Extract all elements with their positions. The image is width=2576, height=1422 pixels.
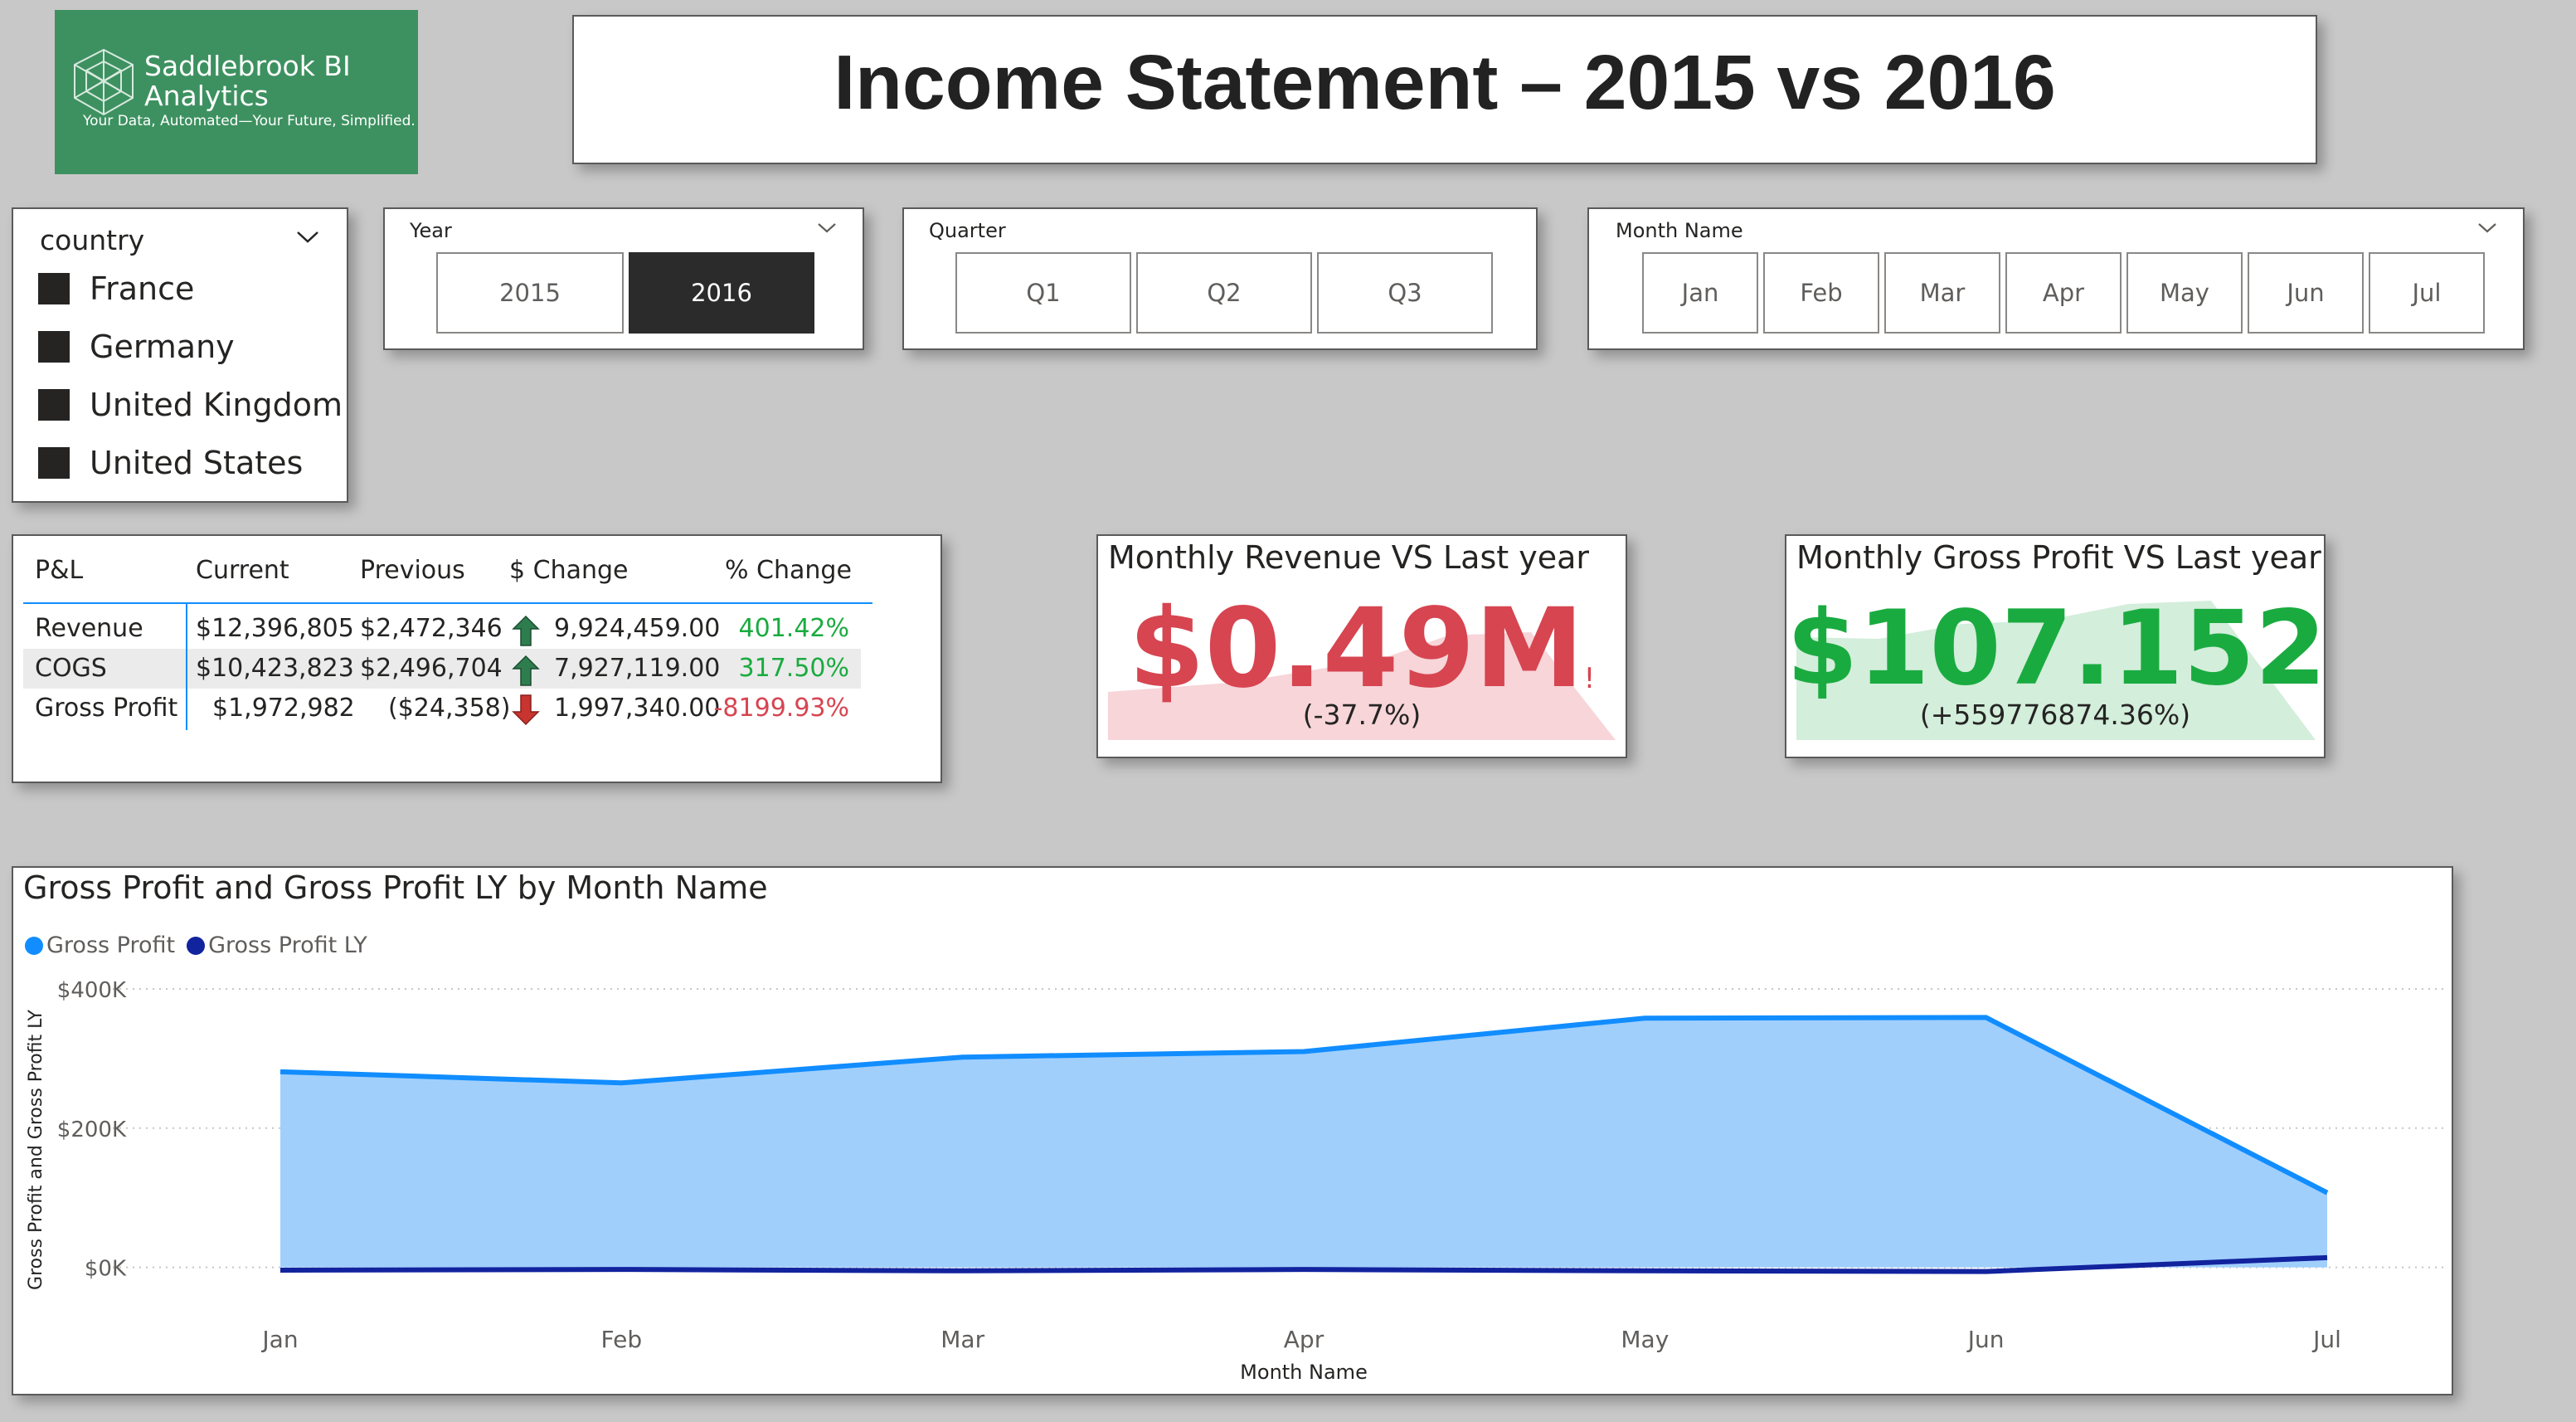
x-tick-label: Mar	[940, 1326, 984, 1353]
brand-name-line2: Analytics	[144, 80, 269, 112]
table-row: COGS $10,423,823 $2,496,704 7,927,119.00…	[23, 649, 861, 689]
quarter-slicer-title: Quarter	[929, 219, 1006, 242]
x-tick-label: Feb	[601, 1326, 643, 1353]
table-row: Gross Profit $1,972,982 ($24,358) 1,997,…	[13, 689, 940, 728]
kpi-value: $107.152K✓	[1786, 591, 2324, 707]
arrow-down-icon	[512, 694, 540, 726]
series-area-gross-profit	[280, 1017, 2327, 1268]
month-option-apr[interactable]: Apr	[2005, 252, 2122, 334]
chevron-down-icon[interactable]	[816, 221, 841, 237]
x-tick-label: Jul	[2311, 1326, 2341, 1353]
brand-tagline: Your Data, Automated—Your Future, Simpli…	[83, 113, 416, 129]
y-tick-label: $400K	[57, 978, 127, 1003]
year-slicer: Year 2015 2016	[383, 207, 864, 350]
pl-table: P&L Current Previous $ Change % Change R…	[12, 534, 942, 783]
gross-profit-chart: Gross Profit and Gross Profit LY by Mont…	[12, 866, 2453, 1395]
brand-name: Saddlebrook BI Analytics	[144, 51, 351, 111]
month-option-jun[interactable]: Jun	[2248, 252, 2364, 334]
header-divider	[23, 602, 872, 604]
pl-table-header: P&L Current Previous $ Change % Change	[13, 551, 940, 591]
logo-cube-icon	[74, 48, 134, 116]
year-slicer-title: Year	[410, 219, 452, 242]
chevron-down-icon[interactable]	[295, 229, 320, 246]
previous-value: $2,496,704	[360, 654, 503, 683]
column-header-current[interactable]: Current	[196, 551, 289, 591]
column-header-previous[interactable]: Previous	[360, 551, 465, 591]
dollar-change-value: 7,927,119.00	[554, 654, 721, 683]
month-option-may[interactable]: May	[2126, 252, 2243, 334]
kpi-change: (-37.7%)	[1302, 699, 1422, 731]
kpi-title: Monthly Revenue VS Last year	[1108, 539, 1590, 576]
chart-plot-area: $0K $200K $400K Jan Feb Mar Apr May Jun Jul Month …	[26, 978, 2443, 1384]
quarter-slicer: Quarter Q1 Q2 Q3	[902, 207, 1538, 350]
checkbox[interactable]	[38, 389, 70, 421]
pct-change-value: -8199.93%	[713, 694, 849, 723]
country-option-label: United Kingdom	[90, 387, 343, 423]
current-value: $1,972,982	[212, 694, 355, 723]
x-tick-label: Jan	[260, 1326, 298, 1353]
year-option-2016[interactable]: 2016	[629, 252, 814, 334]
page-title: Income Statement – 2015 vs 2016	[834, 39, 2056, 125]
y-axis-title: Gross Profit and Gross Profit LY	[26, 1009, 46, 1289]
quarter-option-q2[interactable]: Q2	[1136, 252, 1312, 334]
kpi-monthly-gross-profit: Monthly Gross Profit VS Last year $107.1…	[1785, 534, 2326, 758]
pct-change-value: 401.42%	[738, 614, 849, 643]
x-axis-title: Month Name	[1240, 1361, 1368, 1384]
arrow-up-icon	[512, 655, 540, 686]
month-option-jul[interactable]: Jul	[2369, 252, 2485, 334]
kpi-change: (+559776874.36%)	[1919, 699, 2191, 731]
table-row: Revenue $12,396,805 $2,472,346 9,924,459…	[13, 609, 940, 649]
month-option-feb[interactable]: Feb	[1763, 252, 1879, 334]
row-label: Gross Profit	[35, 694, 178, 723]
country-option-united-states[interactable]: United States	[38, 441, 303, 485]
y-tick-label: $200K	[57, 1118, 127, 1142]
chevron-down-icon[interactable]	[2476, 221, 2501, 237]
kpi-value: $0.49M!	[1098, 591, 1626, 707]
arrow-up-icon	[512, 615, 540, 646]
checkbox[interactable]	[38, 331, 70, 363]
kpi-value-text: $107.152K	[1786, 589, 2326, 709]
country-option-label: United States	[90, 445, 304, 481]
current-value: $12,396,805	[196, 614, 354, 643]
kpi-title: Monthly Gross Profit VS Last year	[1796, 539, 2321, 576]
column-header-pl[interactable]: P&L	[35, 551, 83, 591]
previous-value: ($24,358)	[388, 694, 511, 723]
dollar-change-value: 9,924,459.00	[554, 614, 721, 643]
country-slicer[interactable]: country France Germany United Kingdom Un…	[12, 207, 348, 503]
checkbox[interactable]	[38, 447, 70, 479]
month-option-jan[interactable]: Jan	[1642, 252, 1758, 334]
warning-icon: !	[1583, 662, 1596, 695]
month-option-mar[interactable]: Mar	[1884, 252, 2000, 334]
kpi-value-text: $0.49M	[1128, 585, 1584, 713]
column-header-pct-change[interactable]: % Change	[725, 551, 852, 591]
quarter-option-q1[interactable]: Q1	[955, 252, 1131, 334]
label-column-divider	[186, 604, 187, 730]
title-card: Income Statement – 2015 vs 2016	[572, 15, 2317, 164]
x-tick-label: May	[1621, 1326, 1669, 1353]
x-tick-label: Apr	[1284, 1326, 1324, 1353]
country-slicer-title: country	[40, 224, 145, 256]
pct-change-value: 317.50%	[738, 654, 849, 683]
checkbox[interactable]	[38, 273, 70, 304]
current-value: $10,423,823	[196, 654, 354, 683]
previous-value: $2,472,346	[360, 614, 503, 643]
country-option-france[interactable]: France	[38, 267, 194, 310]
country-option-label: Germany	[90, 329, 235, 365]
quarter-option-q3[interactable]: Q3	[1317, 252, 1493, 334]
dollar-change-value: 1,997,340.00	[554, 694, 721, 723]
x-tick-label: Jun	[1966, 1326, 2005, 1353]
month-slicer: Month Name Jan Feb Mar Apr May Jun Jul	[1587, 207, 2525, 350]
month-slicer-title: Month Name	[1616, 219, 1743, 242]
country-option-germany[interactable]: Germany	[38, 325, 235, 368]
y-tick-label: $0K	[85, 1257, 127, 1282]
country-option-label: France	[90, 270, 195, 307]
row-label: Revenue	[35, 614, 143, 643]
brand-logo: Saddlebrook BI Analytics Your Data, Auto…	[55, 10, 418, 174]
year-option-2015[interactable]: 2015	[436, 252, 624, 334]
kpi-monthly-revenue: Monthly Revenue VS Last year $0.49M! (-3…	[1096, 534, 1627, 758]
column-header-change[interactable]: $ Change	[509, 551, 628, 591]
country-option-united-kingdom[interactable]: United Kingdom	[38, 383, 343, 426]
row-label: COGS	[35, 654, 107, 683]
brand-name-line1: Saddlebrook BI	[144, 50, 351, 82]
